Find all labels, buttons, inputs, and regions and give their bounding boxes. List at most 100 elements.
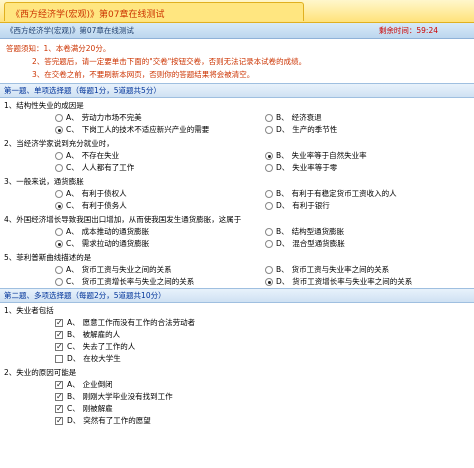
radio-button[interactable] bbox=[265, 266, 273, 274]
option-letter: D、 bbox=[67, 416, 81, 425]
option-text: 生产的季节性 bbox=[292, 125, 338, 134]
radio-option[interactable]: C、 需求拉动的通货膨胀 bbox=[55, 238, 265, 250]
option-letter: A、 bbox=[66, 227, 79, 236]
radio-option[interactable]: A、 货币工资与失业之间的关系 bbox=[55, 264, 265, 276]
radio-button[interactable] bbox=[55, 266, 63, 274]
radio-button[interactable] bbox=[265, 152, 273, 160]
checkbox-option[interactable]: D、突然有了工作的愿望 bbox=[55, 415, 474, 427]
radio-button[interactable] bbox=[265, 202, 273, 210]
option-text: 结构型通货膨胀 bbox=[291, 227, 345, 236]
window-title-bar: 《西方经济学(宏观)》第07章在线测试 bbox=[0, 0, 474, 23]
option-letter: B、 bbox=[276, 151, 289, 160]
radio-button[interactable] bbox=[55, 202, 63, 210]
radio-button[interactable] bbox=[55, 278, 63, 286]
option-text: 有利于有稳定货币工资收入的人 bbox=[291, 189, 397, 198]
radio-button[interactable] bbox=[265, 228, 273, 236]
option-letter: C、 bbox=[66, 239, 79, 248]
radio-button[interactable] bbox=[265, 190, 273, 198]
radio-option[interactable]: C、 货币工资增长率与失业之间的关系 bbox=[55, 276, 265, 288]
instruction-line-1: 答题须知：1、本卷满分20分。 bbox=[6, 44, 111, 53]
option-letter: C、 bbox=[67, 404, 80, 413]
question-title: 3、一般来说，通货膨胀 bbox=[4, 177, 84, 186]
radio-option[interactable]: B、 经济衰退 bbox=[265, 112, 474, 124]
option-letter: A、 bbox=[66, 189, 79, 198]
option-letter: D、 bbox=[276, 201, 290, 210]
option-text: 刚刚大学毕业没有找到工作 bbox=[82, 392, 173, 401]
radio-button[interactable] bbox=[265, 240, 273, 248]
option-letter: B、 bbox=[276, 265, 289, 274]
checkbox-option[interactable]: B、刚刚大学毕业没有找到工作 bbox=[55, 391, 474, 403]
option-letter: C、 bbox=[66, 201, 79, 210]
question-title: 5、菲利普斯曲线描述的是 bbox=[4, 253, 92, 262]
option-text: 货币工资与失业率之间的关系 bbox=[291, 265, 390, 274]
checkbox-option[interactable]: A、企业倒闭 bbox=[55, 379, 474, 391]
single-choice-questions: 1、结构性失业的成因是 A、 劳动力市场不完美 B、 经济衰退 C、 下岗工人的技术不适应新… bbox=[0, 98, 474, 288]
checkbox-option[interactable]: D、 在校大学生 bbox=[55, 353, 474, 365]
checkbox[interactable] bbox=[55, 403, 63, 415]
radio-button[interactable] bbox=[55, 164, 63, 172]
checkbox[interactable] bbox=[55, 329, 63, 341]
radio-button[interactable] bbox=[55, 228, 63, 236]
radio-button[interactable] bbox=[265, 278, 273, 286]
radio-button[interactable] bbox=[55, 240, 63, 248]
option-text: 成本推动的通货膨胀 bbox=[81, 227, 150, 236]
radio-button[interactable] bbox=[55, 152, 63, 160]
checkbox-option[interactable]: C、刚被解雇 bbox=[55, 403, 474, 415]
checkbox[interactable] bbox=[55, 317, 63, 329]
radio-option[interactable]: B、 失业率等于自然失业率 bbox=[265, 150, 474, 162]
radio-button[interactable] bbox=[55, 190, 63, 198]
radio-option[interactable]: D、 有利于银行 bbox=[265, 200, 474, 212]
option-group: A、 劳动力市场不完美 B、 经济衰退 C、 下岗工人的技术不适应新兴产业的需要 D、 生产的… bbox=[0, 112, 474, 136]
page-tab-title: 《西方经济学(宏观)》第07章在线测试 bbox=[11, 10, 165, 20]
radio-option[interactable]: D、 生产的季节性 bbox=[265, 124, 474, 136]
instruction-line-3: 3、在交卷之前，不要刷新本网页，否则你的答题结果将会被清空。 bbox=[32, 70, 255, 79]
option-letter: A、 bbox=[66, 265, 79, 274]
radio-option[interactable]: B、 有利于有稳定货币工资收入的人 bbox=[265, 188, 474, 200]
option-text: 刚被解雇 bbox=[82, 404, 113, 413]
page-tab[interactable]: 《西方经济学(宏观)》第07章在线测试 bbox=[4, 2, 304, 21]
checkbox-option[interactable]: C、失去了工作的人 bbox=[55, 341, 474, 353]
option-text: 有利于银行 bbox=[292, 201, 330, 210]
radio-option[interactable]: D、 混合型通货膨胀 bbox=[265, 238, 474, 250]
question-title: 4、外国经济增长导致我国出口增加，从而使我国发生通货膨胀，这属于 bbox=[4, 215, 242, 224]
checkbox[interactable] bbox=[55, 341, 63, 353]
instruction-line-2: 2、答完题后，请一定要单击下面的"交卷"按钮交卷，否则无法记录本试卷的成绩。 bbox=[32, 57, 307, 66]
timer-label: 剩余时间： bbox=[378, 26, 417, 35]
radio-option[interactable]: A、 有利于债权人 bbox=[55, 188, 265, 200]
exam-title: 《西方经济学(宏观)》第07章在线测试 bbox=[6, 26, 134, 35]
option-text: 不存在失业 bbox=[81, 151, 120, 160]
radio-button[interactable] bbox=[265, 164, 273, 172]
checkbox[interactable] bbox=[55, 391, 63, 403]
option-letter: D、 bbox=[67, 354, 81, 363]
radio-option[interactable]: A、 成本推动的通货膨胀 bbox=[55, 226, 265, 238]
checkbox-option[interactable]: A、愿意工作而没有工作的合法劳动者 bbox=[55, 317, 474, 329]
radio-option[interactable]: D、 货币工资增长率与失业率之间的关系 bbox=[265, 276, 474, 288]
checkbox-option[interactable]: B、被解雇的人 bbox=[55, 329, 474, 341]
checkbox[interactable] bbox=[55, 355, 63, 363]
radio-option[interactable]: C、 下岗工人的技术不适应新兴产业的需要 bbox=[55, 124, 265, 136]
checkbox[interactable] bbox=[55, 379, 63, 391]
radio-button[interactable] bbox=[265, 126, 273, 134]
checkbox-group: A、企业倒闭B、刚刚大学毕业没有找到工作C、刚被解雇D、突然有了工作的愿望 bbox=[0, 379, 474, 427]
radio-button[interactable] bbox=[265, 114, 273, 122]
checkbox[interactable] bbox=[55, 415, 63, 427]
option-letter: A、 bbox=[67, 318, 80, 327]
radio-option[interactable]: A、 不存在失业 bbox=[55, 150, 265, 162]
multi-question: 2、失业的原因可能是A、企业倒闭B、刚刚大学毕业没有找到工作C、刚被解雇D、突然… bbox=[0, 365, 474, 427]
radio-option[interactable]: B、 货币工资与失业率之间的关系 bbox=[265, 264, 474, 276]
radio-option[interactable]: C、 人人都有了工作 bbox=[55, 162, 265, 174]
radio-option[interactable]: A、 劳动力市场不完美 bbox=[55, 112, 265, 124]
radio-button[interactable] bbox=[55, 114, 63, 122]
exam-header: 《西方经济学(宏观)》第07章在线测试 剩余时间：59:24 bbox=[0, 23, 474, 39]
radio-option[interactable]: D、 失业率等于零 bbox=[265, 162, 474, 174]
radio-button[interactable] bbox=[55, 126, 63, 134]
single-question: 1、结构性失业的成因是 A、 劳动力市场不完美 B、 经济衰退 C、 下岗工人的技术不适应新… bbox=[0, 98, 474, 136]
option-text: 失业率等于自然失业率 bbox=[291, 151, 367, 160]
radio-option[interactable]: C、 有利于债务人 bbox=[55, 200, 265, 212]
option-letter: D、 bbox=[276, 125, 290, 134]
radio-option[interactable]: B、 结构型通货膨胀 bbox=[265, 226, 474, 238]
exam-instructions: 答题须知：1、本卷满分20分。 2、答完题后，请一定要单击下面的"交卷"按钮交卷… bbox=[0, 39, 474, 83]
option-text: 企业倒闭 bbox=[82, 380, 113, 389]
option-text: 经济衰退 bbox=[291, 113, 322, 122]
timer-value: 59:24 bbox=[416, 26, 438, 35]
